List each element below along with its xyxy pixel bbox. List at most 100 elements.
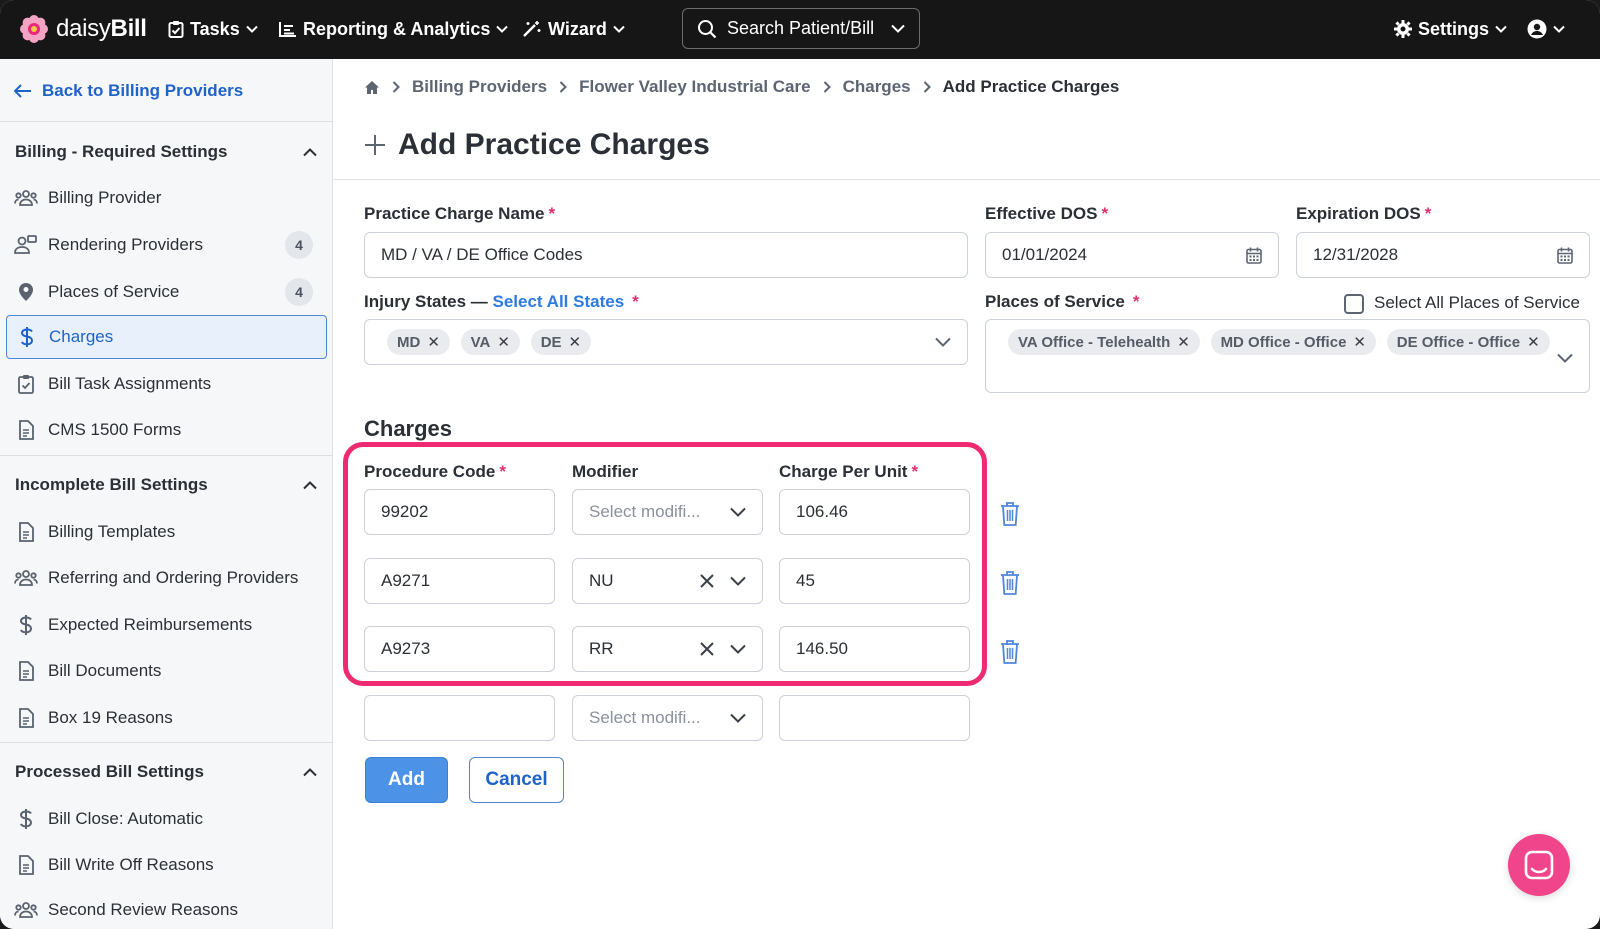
remove-chip-icon[interactable]: ✕ [1527,333,1540,351]
section-incomplete-bill[interactable]: Incomplete Bill Settings [15,472,317,498]
clear-icon[interactable] [700,574,714,588]
add-button[interactable]: Add [365,757,448,803]
modifier-select[interactable]: Select modifi... [572,695,763,741]
breadcrumb-charges[interactable]: Charges [843,77,911,97]
magic-wand-icon [523,21,541,37]
select-all-states-link[interactable]: Select All States [493,292,625,311]
document-icon [14,420,38,440]
injury-states-select[interactable]: MD ✕ VA ✕ DE ✕ [364,319,968,365]
charge-per-unit-input[interactable]: 45 [779,558,970,604]
state-chip-va: VA ✕ [460,329,520,355]
select-all-places-label[interactable]: Select All Places of Service [1374,293,1580,313]
nav-wizard-label: Wizard [548,18,607,39]
remove-chip-icon[interactable]: ✕ [569,333,582,351]
charge-per-unit-input[interactable]: 146.50 [779,626,970,672]
chevron-down-icon [730,713,746,723]
sidebar-item-label: Expected Reimbursements [48,615,253,634]
injury-states-label: Injury States — Select All States * [364,292,639,311]
remove-chip-icon[interactable]: ✕ [427,333,440,351]
home-icon[interactable] [364,80,380,95]
sidebar-item-cms-1500-forms[interactable]: CMS 1500 Forms [6,408,327,452]
procedure-code-input[interactable]: A9273 [364,626,555,672]
chevron-right-icon [559,81,568,93]
charge-per-unit-input[interactable]: 106.46 [779,489,970,535]
nav-tasks[interactable]: Tasks [168,16,258,42]
chevron-down-icon [245,25,258,33]
chevron-down-icon[interactable] [1557,353,1573,363]
expiration-dos-input[interactable]: 12/31/2028 [1296,232,1590,278]
nav-wizard[interactable]: Wizard [522,16,625,42]
sidebar-item-bill-write-off-reasons[interactable]: Bill Write Off Reasons [6,843,327,887]
count-badge: 4 [285,278,313,306]
chevron-down-icon [613,25,625,33]
breadcrumb-billing-providers[interactable]: Billing Providers [412,77,547,97]
search-patient-bill[interactable]: Search Patient/Bill [682,8,920,49]
chevron-down-icon [496,25,509,33]
sidebar-item-bill-documents[interactable]: Bill Documents [6,649,327,693]
back-to-billing-providers-link[interactable]: Back to Billing Providers [14,81,243,101]
nav-settings-label: Settings [1418,18,1490,39]
charge-name-input[interactable]: MD / VA / DE Office Codes [364,232,968,278]
app-logo[interactable]: daisyBill [20,14,147,44]
sidebar-item-label: Billing Templates [48,522,176,541]
procedure-code-input[interactable]: 99202 [364,489,555,535]
trash-icon[interactable] [999,501,1021,527]
procedure-code-input[interactable] [364,695,555,741]
app-window: daisyBill Tasks Reporting & Analytics Wi… [0,0,1600,929]
procedure-code-input[interactable]: A9271 [364,558,555,604]
remove-chip-icon[interactable]: ✕ [497,333,510,351]
remove-chip-icon[interactable]: ✕ [1353,333,1366,351]
remove-chip-icon[interactable]: ✕ [1177,333,1190,351]
select-all-places-checkbox[interactable] [1344,294,1364,314]
modifier-select[interactable]: Select modifi... [572,489,763,535]
title-divider [334,179,1600,180]
nav-reporting[interactable]: Reporting & Analytics [279,16,509,42]
section-billing-required[interactable]: Billing - Required Settings [15,139,317,165]
sidebar-item-expected-reimbursements[interactable]: Expected Reimbursements [6,603,327,647]
chevron-down-icon [1553,25,1565,33]
sidebar-item-bill-close-automatic[interactable]: Bill Close: Automatic [6,797,327,841]
sidebar-item-billing-provider[interactable]: Billing Provider [6,176,327,220]
modifier-select[interactable]: NU [572,558,763,604]
sidebar-item-label: Rendering Providers [48,235,203,254]
calendar-icon[interactable] [1246,247,1262,264]
nav-settings[interactable]: Settings [1394,16,1507,42]
sidebar-item-rendering-providers[interactable]: Rendering Providers 4 [6,223,327,267]
charge-per-unit-input[interactable] [779,695,970,741]
modifier-header: Modifier [572,462,639,481]
trash-icon[interactable] [999,639,1021,665]
chevron-down-icon [730,507,746,517]
breadcrumb-current: Add Practice Charges [942,77,1120,96]
sidebar-item-bill-task-assignments[interactable]: Bill Task Assignments [6,362,327,406]
chevron-down-icon[interactable] [935,337,951,347]
nav-user-menu[interactable] [1527,16,1565,42]
breadcrumb-provider-name[interactable]: Flower Valley Industrial Care [579,77,810,97]
sidebar-item-label: Bill Task Assignments [48,374,212,393]
people-icon [14,189,38,207]
places-of-service-select[interactable]: VA Office - Telehealth ✕ MD Office - Offi… [985,319,1590,393]
clear-icon[interactable] [700,642,714,656]
sidebar-item-billing-templates[interactable]: Billing Templates [6,510,327,554]
sidebar-item-label: Bill Close: Automatic [48,809,203,828]
chevron-up-icon [303,480,317,489]
search-icon [698,19,717,38]
modifier-select[interactable]: RR [572,626,763,672]
section-processed-bill[interactable]: Processed Bill Settings [15,759,317,785]
sidebar-item-second-review-reasons[interactable]: Second Review Reasons [6,888,327,929]
place-chip: VA Office - Telehealth ✕ [1008,329,1200,355]
chevron-right-icon [923,81,931,93]
count-badge: 4 [285,231,313,259]
sidebar-item-box-19-reasons[interactable]: Box 19 Reasons [6,696,327,740]
sidebar-item-charges[interactable]: Charges [6,315,327,359]
effective-dos-input[interactable]: 01/01/2024 [985,232,1279,278]
expiration-dos-value: 12/31/2028 [1313,245,1399,264]
sidebar-item-referring-ordering-providers[interactable]: Referring and Ordering Providers [6,556,327,600]
trash-icon[interactable] [999,570,1021,596]
chat-launcher-button[interactable] [1508,834,1570,896]
sidebar-divider [0,121,332,122]
calendar-icon[interactable] [1557,247,1573,264]
bar-chart-icon [279,22,296,37]
state-chip-md: MD ✕ [387,329,450,355]
cancel-button[interactable]: Cancel [469,757,564,803]
sidebar-item-places-of-service[interactable]: Places of Service 4 [6,270,327,314]
